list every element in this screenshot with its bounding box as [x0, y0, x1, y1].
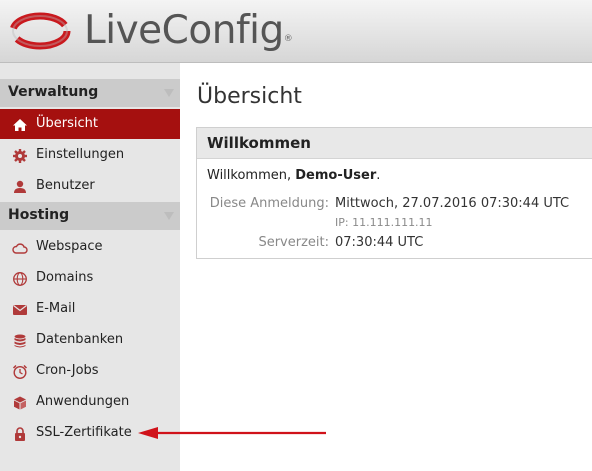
sidebar-item-webspace[interactable]: Webspace: [0, 232, 180, 262]
collapse-icon[interactable]: [164, 89, 174, 97]
user-icon: [14, 180, 26, 193]
sidebar-section-hosting[interactable]: Hosting: [0, 202, 180, 230]
globe-icon: [13, 272, 27, 286]
collapse-icon[interactable]: [164, 212, 174, 220]
liveconfig-logo-icon: [9, 12, 71, 50]
sidebar: Verwaltung Übersicht Einstellungen Benut…: [0, 63, 180, 471]
panel-header: Willkommen: [197, 128, 592, 159]
gear-icon: [13, 149, 27, 163]
database-icon: [14, 334, 26, 348]
envelope-icon: [13, 305, 27, 315]
last-login-value: Mittwoch, 27.07.2016 07:30:44 UTC: [335, 196, 570, 211]
home-icon: [13, 119, 27, 131]
app-header: LiveConfig®: [0, 0, 592, 63]
last-login-label: Diese Anmeldung:: [209, 196, 329, 211]
pointer-arrow-icon: [138, 427, 326, 439]
welcome-panel: Willkommen Willkommen, Demo-User. Diese …: [196, 127, 592, 259]
sidebar-item-email[interactable]: E-Mail: [0, 294, 180, 324]
sidebar-item-datenbanken[interactable]: Datenbanken: [0, 325, 180, 355]
sidebar-item-cron-jobs[interactable]: Cron-Jobs: [0, 356, 180, 386]
sidebar-item-uebersicht[interactable]: Übersicht: [0, 109, 180, 139]
server-time-value: 07:30:44 UTC: [335, 235, 424, 250]
brand-name[interactable]: LiveConfig®: [84, 6, 293, 56]
server-time-label: Serverzeit:: [258, 235, 329, 250]
sidebar-item-einstellungen[interactable]: Einstellungen: [0, 140, 180, 170]
welcome-text: Willkommen, Demo-User.: [207, 168, 381, 183]
lock-icon: [15, 427, 25, 441]
box-icon: [14, 396, 26, 410]
clock-icon: [12, 364, 28, 380]
sidebar-item-anwendungen[interactable]: Anwendungen: [0, 387, 180, 417]
sidebar-item-benutzer[interactable]: Benutzer: [0, 171, 180, 201]
login-ip: IP: 11.111.111.11: [335, 216, 433, 229]
cloud-icon: [12, 243, 28, 254]
user-name: Demo-User: [295, 168, 377, 183]
sidebar-item-domains[interactable]: Domains: [0, 263, 180, 293]
page-title: Übersicht: [197, 84, 302, 109]
sidebar-section-verwaltung[interactable]: Verwaltung: [0, 79, 180, 107]
